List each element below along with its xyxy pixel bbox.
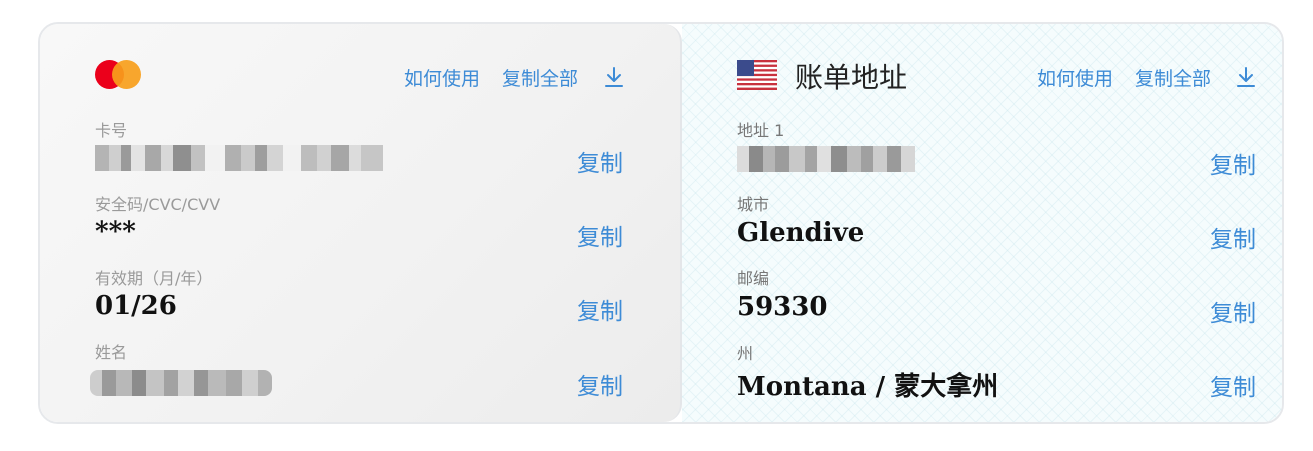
billing-address-title: 账单地址 — [795, 61, 908, 94]
copy-cvv-button[interactable]: 复制 — [577, 218, 623, 252]
download-icon[interactable] — [1236, 66, 1256, 88]
mastercard-logo-icon — [95, 60, 143, 90]
expiry-value: 01/26 — [95, 291, 177, 321]
copy-card-number-button[interactable]: 复制 — [577, 144, 623, 178]
how-to-use-link[interactable]: 如何使用 — [404, 64, 480, 91]
cvv-label: 安全码/CVC/CVV — [95, 195, 221, 214]
card-number-label: 卡号 — [95, 121, 128, 140]
zip-label: 邮编 — [737, 269, 770, 288]
cardholder-name-value-redacted — [90, 370, 272, 396]
how-to-use-link[interactable]: 如何使用 — [1037, 64, 1113, 91]
city-value: Glendive — [737, 218, 865, 248]
card-details-panel: 如何使用 复制全部 卡号 复制 安全码/CVC/CVV *** 复制 有效期（月… — [40, 24, 682, 422]
copy-all-button[interactable]: 复制全部 — [1135, 64, 1211, 91]
city-label: 城市 — [737, 195, 770, 214]
address1-label: 地址 1 — [737, 121, 785, 140]
copy-state-button[interactable]: 复制 — [1210, 368, 1256, 402]
copy-expiry-button[interactable]: 复制 — [577, 292, 623, 326]
copy-all-button[interactable]: 复制全部 — [502, 64, 578, 91]
copy-zip-button[interactable]: 复制 — [1210, 294, 1256, 328]
state-value: Montana / 蒙大拿州 — [737, 372, 999, 402]
billing-address-panel: 账单地址 如何使用 复制全部 地址 1 复制 城市 Glendive 复制 邮编… — [682, 24, 1282, 422]
zip-value: 59330 — [737, 292, 828, 322]
download-icon[interactable] — [604, 66, 624, 88]
us-flag-icon — [737, 60, 777, 90]
copy-name-button[interactable]: 复制 — [577, 367, 623, 401]
virtual-card-widget: 如何使用 复制全部 卡号 复制 安全码/CVC/CVV *** 复制 有效期（月… — [38, 22, 1284, 424]
cardholder-name-label: 姓名 — [95, 343, 128, 362]
address1-value-redacted — [737, 146, 915, 172]
cvv-value: *** — [95, 217, 136, 247]
expiry-label: 有效期（月/年） — [95, 269, 213, 288]
copy-city-button[interactable]: 复制 — [1210, 220, 1256, 254]
copy-address1-button[interactable]: 复制 — [1210, 146, 1256, 180]
state-label: 州 — [737, 344, 754, 363]
card-number-value-redacted — [95, 145, 383, 171]
